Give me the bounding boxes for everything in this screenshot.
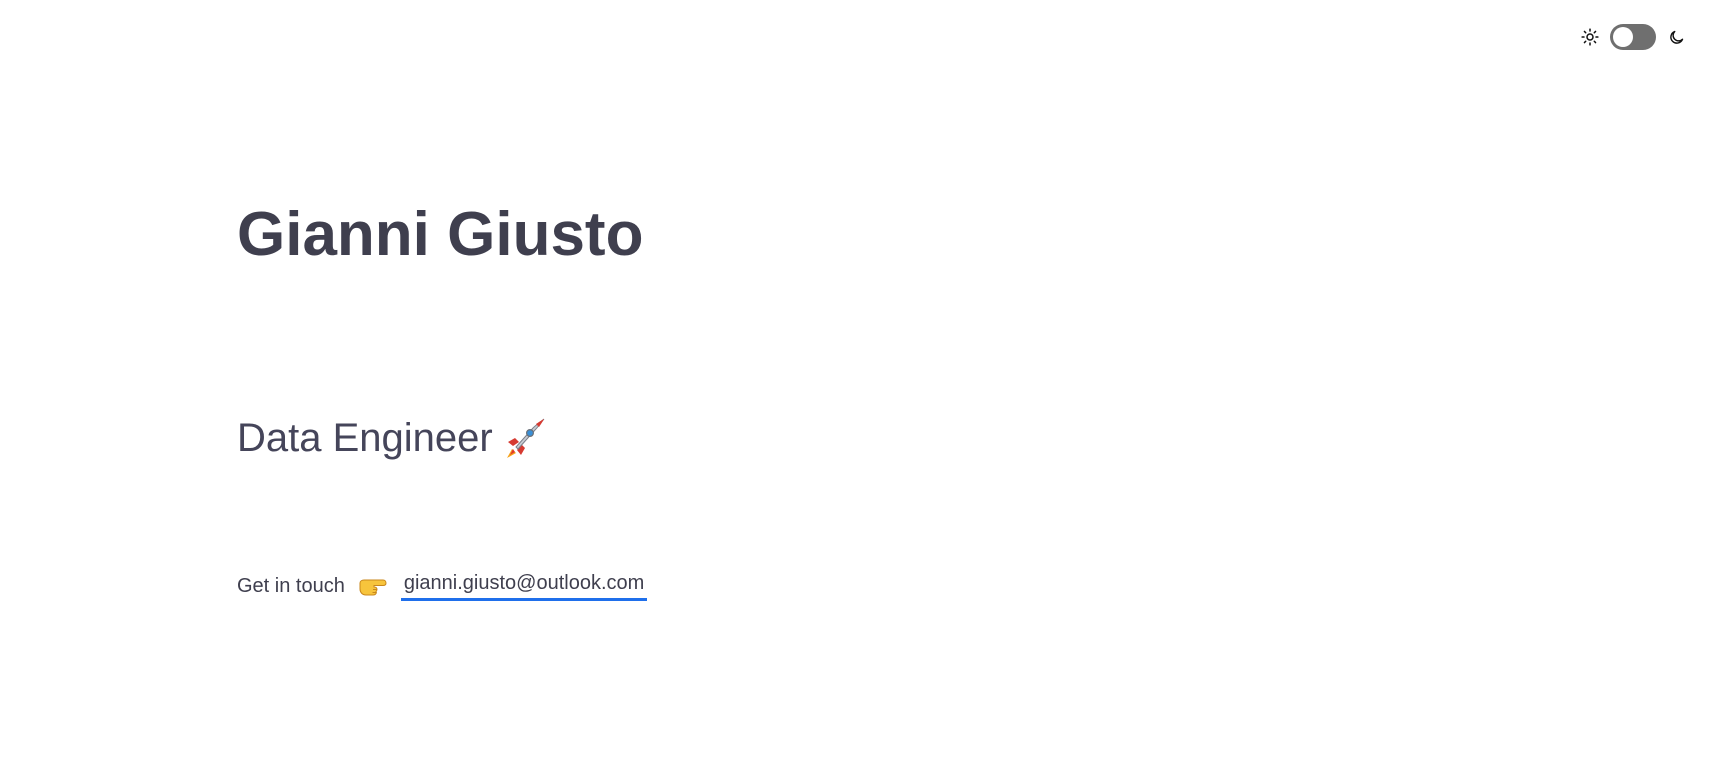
role-heading: Data Engineer [237,410,547,466]
dark-mode-switch[interactable] [1610,24,1656,50]
rocket-icon [503,416,547,460]
role-label: Data Engineer [237,416,493,460]
pointing-hand-icon [357,575,389,599]
page: Gianni Giusto Data Engineer Get in touch… [0,0,1712,766]
page-title: Gianni Giusto [237,200,644,269]
switch-knob [1613,27,1633,47]
contact-label: Get in touch [237,575,345,597]
sun-icon [1580,27,1600,47]
email-link[interactable]: gianni.giusto@outlook.com [400,572,648,601]
theme-toggle [1580,24,1686,50]
moon-icon [1666,27,1686,47]
contact-row: Get in touch gianni.giusto@outlook.com [237,572,648,601]
